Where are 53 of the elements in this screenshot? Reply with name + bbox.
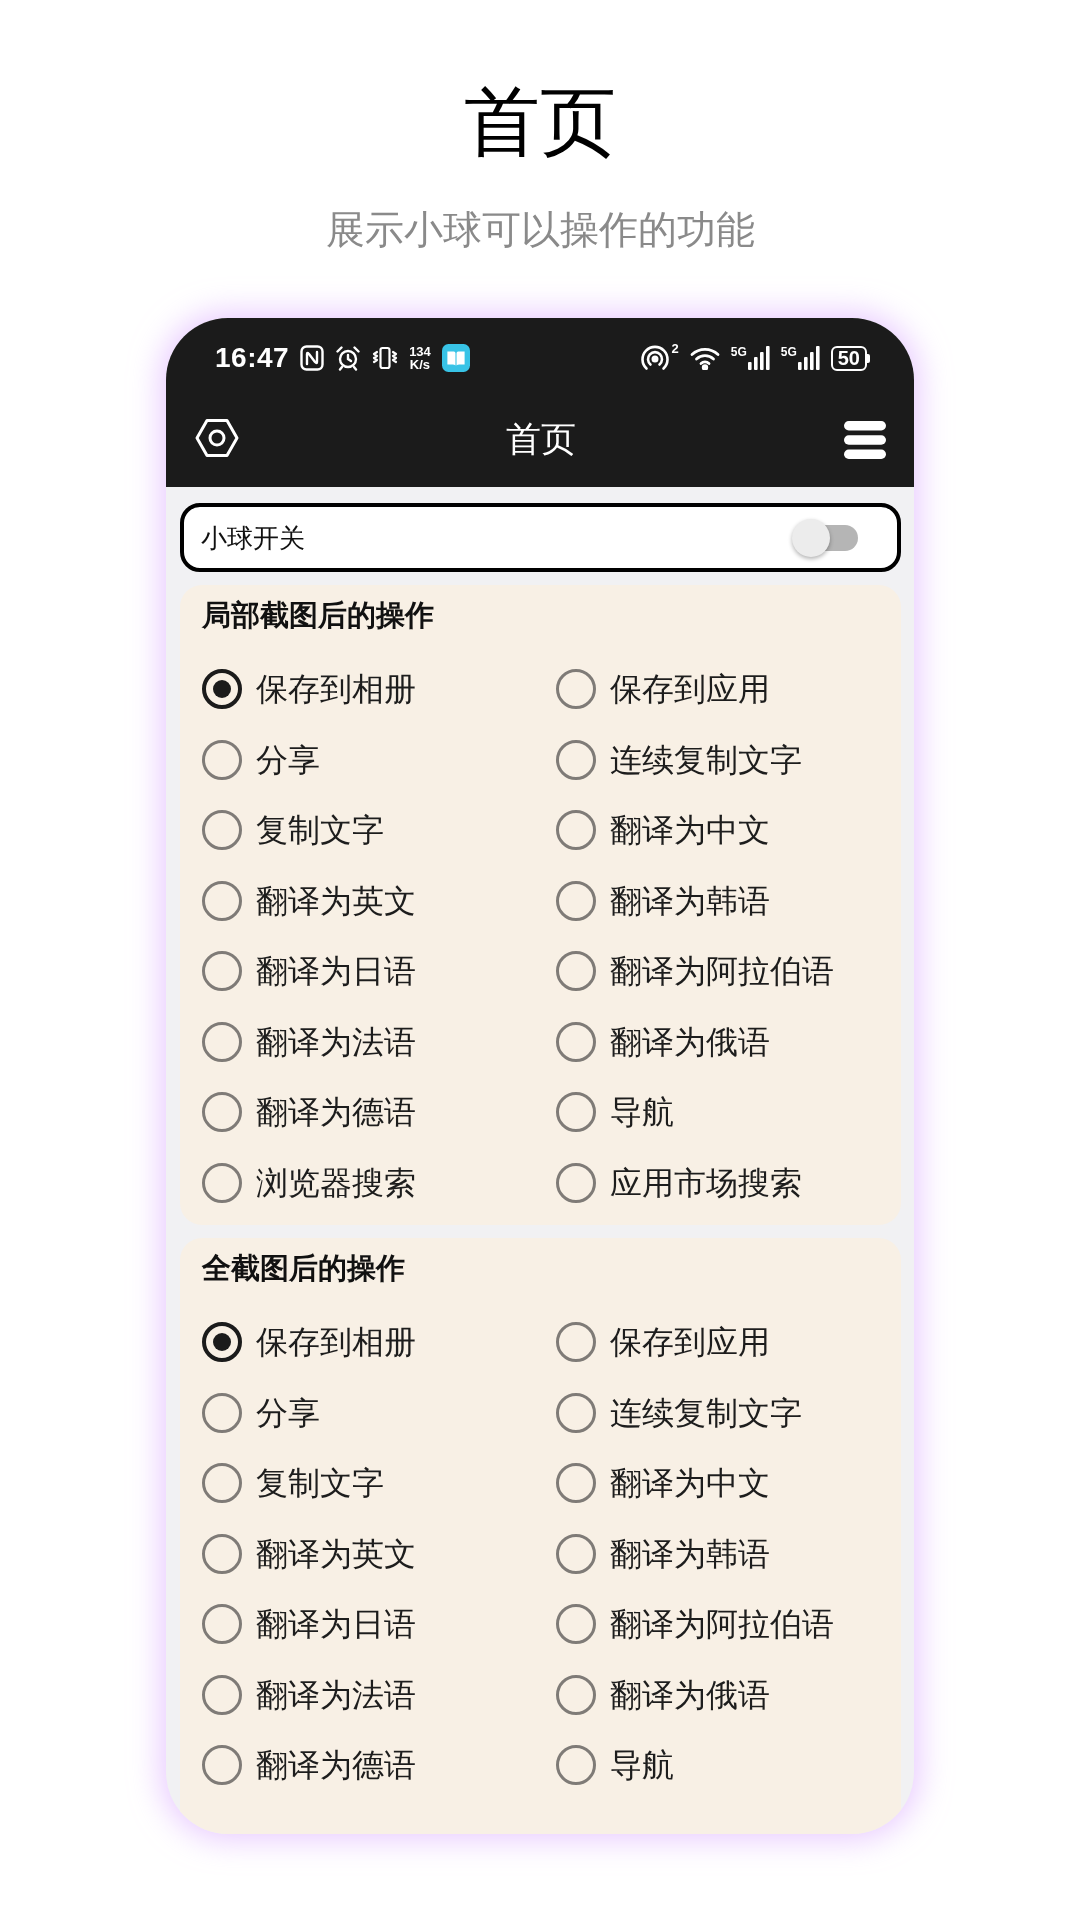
radio-option[interactable]: 应用市场搜索 — [556, 1162, 802, 1203]
radio-option[interactable]: 复制文字 — [202, 810, 384, 851]
network-type-label: 5G — [780, 346, 797, 358]
radio-option[interactable]: 翻译为英文 — [202, 1533, 416, 1574]
radio-option[interactable]: 翻译为德语 — [202, 1745, 416, 1786]
radio-option[interactable]: 导航 — [556, 1745, 674, 1786]
battery-indicator: 50 — [830, 345, 870, 371]
radio-option[interactable]: 保存到相册 — [202, 669, 416, 710]
status-time: 16:47 — [215, 344, 290, 372]
signal-icon — [797, 346, 820, 370]
menu-icon[interactable] — [844, 419, 886, 460]
hotspot-count: 2 — [671, 342, 679, 355]
radio-option[interactable]: 翻译为俄语 — [556, 1021, 770, 1062]
radio-option[interactable]: 连续复制文字 — [556, 1392, 802, 1433]
alarm-clock-icon — [335, 345, 362, 371]
network-type-label: 5G — [730, 346, 747, 358]
radio-option[interactable]: 导航 — [556, 1092, 674, 1133]
radio-option[interactable]: 翻译为德语 — [202, 1092, 416, 1133]
hotspot-icon — [641, 344, 670, 372]
radio-option[interactable]: 保存到相册 — [202, 1322, 416, 1363]
page-title: 首页 — [464, 84, 616, 160]
signal-icon — [747, 346, 770, 370]
radio-option[interactable]: 翻译为俄语 — [556, 1674, 770, 1715]
radio-option[interactable]: 连续复制文字 — [556, 739, 802, 780]
settings-icon[interactable] — [195, 417, 239, 458]
radio-option[interactable]: 翻译为阿拉伯语 — [556, 951, 834, 992]
wifi-icon — [689, 346, 720, 370]
radio-option[interactable]: 保存到应用 — [556, 669, 770, 710]
page-subtitle: 展示小球可以操作的功能 — [325, 210, 755, 249]
book-app-icon — [441, 344, 470, 372]
nfc-icon — [300, 345, 325, 371]
vibrate-icon — [372, 345, 399, 371]
radio-option[interactable]: 翻译为韩语 — [556, 1533, 770, 1574]
radio-option[interactable]: 翻译为英文 — [202, 880, 416, 921]
radio-option[interactable]: 翻译为韩语 — [556, 880, 770, 921]
radio-option[interactable]: 翻译为中文 — [556, 1463, 770, 1504]
radio-option[interactable]: 翻译为法语 — [202, 1674, 416, 1715]
network-speed: 134 K/s — [409, 345, 431, 371]
radio-option[interactable]: 复制文字 — [202, 1463, 384, 1504]
radio-option[interactable]: 翻译为日语 — [202, 951, 416, 992]
radio-option[interactable]: 翻译为法语 — [202, 1021, 416, 1062]
radio-option[interactable]: 翻译为中文 — [556, 810, 770, 851]
radio-option[interactable]: 分享 — [202, 739, 320, 780]
radio-option[interactable]: 翻译为阿拉伯语 — [556, 1604, 834, 1645]
radio-option[interactable]: 分享 — [202, 1392, 320, 1433]
section-heading: 局部截图后的操作 — [202, 601, 434, 630]
toggle-label: 小球开关 — [201, 524, 305, 551]
app-bar-title: 首页 — [505, 422, 576, 457]
radio-option[interactable]: 浏览器搜索 — [202, 1162, 416, 1203]
radio-option[interactable]: 翻译为日语 — [202, 1604, 416, 1645]
toggle-switch[interactable] — [792, 518, 860, 557]
section-heading: 全截图后的操作 — [202, 1254, 405, 1283]
radio-option[interactable]: 保存到应用 — [556, 1322, 770, 1363]
